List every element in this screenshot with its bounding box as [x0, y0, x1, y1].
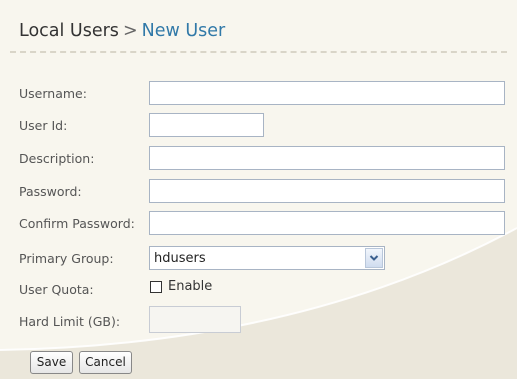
primary-group-select[interactable]: hdusers [149, 246, 385, 270]
username-field[interactable] [149, 81, 505, 105]
breadcrumb-separator: > [122, 21, 138, 41]
cancel-button[interactable]: Cancel [79, 351, 132, 374]
password-label: Password: [19, 184, 82, 199]
page-title: New User [141, 21, 226, 41]
breadcrumb-local-users[interactable]: Local Users [19, 21, 119, 41]
hard-limit-label: Hard Limit (GB): [19, 314, 121, 329]
password-field[interactable] [149, 179, 505, 203]
page-header: Local Users > New User [10, 8, 507, 53]
enable-quota-label: Enable [168, 279, 213, 294]
breadcrumb: Local Users > New User [19, 21, 225, 41]
description-field[interactable] [149, 146, 505, 170]
user-id-field[interactable] [149, 113, 264, 137]
save-button[interactable]: Save [30, 351, 73, 374]
confirm-password-field[interactable] [149, 211, 505, 235]
description-label: Description: [19, 151, 95, 166]
primary-group-value: hdusers [154, 251, 206, 266]
chevron-down-icon[interactable] [365, 248, 383, 268]
user-id-label: User Id: [19, 118, 68, 133]
confirm-password-label: Confirm Password: [19, 216, 135, 231]
user-quota-label: User Quota: [19, 282, 94, 297]
primary-group-label: Primary Group: [19, 251, 114, 266]
username-label: Username: [19, 86, 87, 101]
hard-limit-field[interactable] [149, 306, 241, 333]
enable-quota-checkbox[interactable] [150, 281, 162, 293]
